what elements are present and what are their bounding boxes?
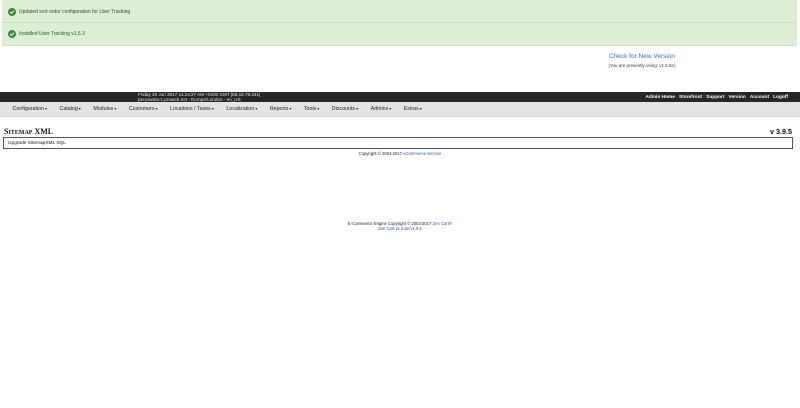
header-link-version[interactable]: Version bbox=[729, 95, 746, 100]
nav-localization[interactable]: Localization bbox=[214, 106, 258, 112]
page-footer: E-Commerce Engine Copyright © 2003-2017 … bbox=[0, 221, 800, 232]
header-links: Admin Home Storefront Support Version Ac… bbox=[645, 92, 788, 102]
nav-reports[interactable]: Reports bbox=[257, 106, 291, 112]
plugin-copyright-text: Copyright © 2004-2017 bbox=[358, 151, 403, 156]
plugin-copyright: Copyright © 2004-2017 eCommerce-Service bbox=[0, 151, 800, 156]
header-link-storefront[interactable]: Storefront bbox=[679, 95, 702, 100]
header-link-support[interactable]: Support bbox=[706, 95, 724, 100]
message-text: Installed User Tracking v1.5.3 bbox=[19, 31, 85, 37]
header-link-account[interactable]: Account bbox=[750, 95, 769, 100]
message-text: Updated sort order configuration for Use… bbox=[19, 9, 131, 15]
header-link-logoff[interactable]: Logoff bbox=[773, 95, 788, 100]
check-version-link[interactable]: Check for New Version bbox=[590, 53, 694, 60]
message-stack: Updated sort order configuration for Use… bbox=[2, 0, 797, 46]
main-nav-menu: Configuration Catalog Modules Customers … bbox=[0, 102, 800, 117]
nav-configuration[interactable]: Configuration bbox=[0, 106, 47, 112]
success-message: Updated sort order configuration for Use… bbox=[8, 5, 130, 19]
version-check: Check for New Version (You are presently… bbox=[590, 53, 694, 68]
nav-modules[interactable]: Modules bbox=[81, 106, 117, 112]
message-divider bbox=[2, 22, 797, 23]
check-circle-icon bbox=[8, 30, 16, 38]
nav-locations-taxes[interactable]: Locations / Taxes bbox=[157, 106, 213, 112]
success-message: Installed User Tracking v1.5.3 bbox=[8, 27, 85, 41]
nav-tools[interactable]: Tools bbox=[291, 106, 319, 112]
nav-catalog[interactable]: Catalog bbox=[47, 106, 81, 112]
check-circle-icon bbox=[8, 8, 16, 16]
header-link-admin-home[interactable]: Admin Home bbox=[645, 95, 675, 100]
page-version: v 3.9.5 bbox=[770, 127, 792, 136]
nav-admins[interactable]: Admins bbox=[358, 106, 391, 112]
upgrade-sql-link[interactable]: Upgrade SitemapXML SQL bbox=[3, 137, 793, 149]
plugin-author-link[interactable]: eCommerce-Service bbox=[403, 151, 441, 156]
nav-customers[interactable]: Customers bbox=[116, 106, 157, 112]
nav-extras[interactable]: Extras bbox=[391, 106, 422, 112]
nav-discounts[interactable]: Discounts bbox=[319, 106, 358, 112]
footer-zencart-link[interactable]: Zen Cart® bbox=[433, 221, 452, 226]
page-title: Sitemap XML bbox=[4, 127, 54, 136]
header-info: Friday 30 Jun 2017 11:24:27 AM +0100 GMT… bbox=[138, 92, 260, 102]
current-version-text: (You are presently using: v1.5.5e) bbox=[608, 63, 676, 68]
footer-version-link[interactable]: Zen Cart v1.5.5e/v1.5.5 bbox=[0, 226, 800, 232]
